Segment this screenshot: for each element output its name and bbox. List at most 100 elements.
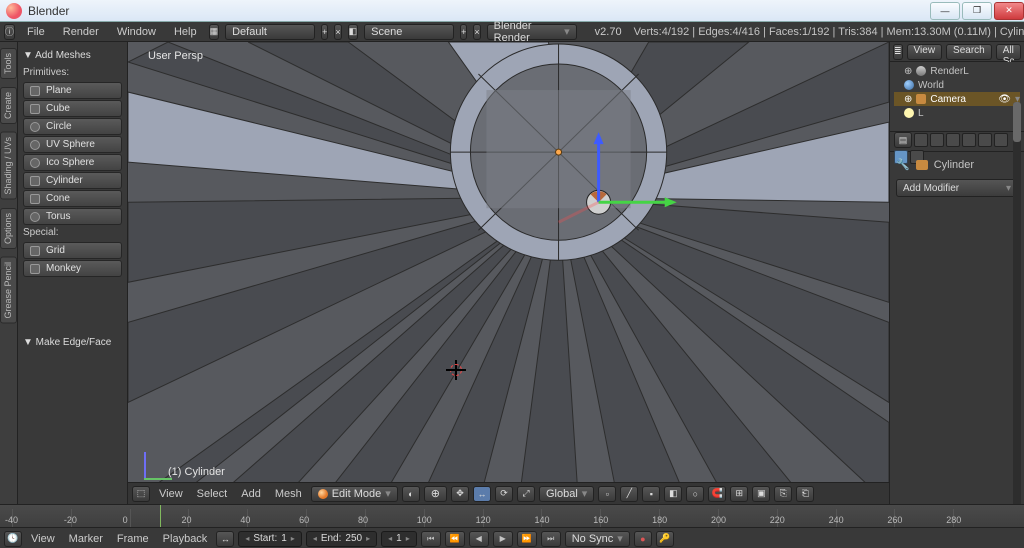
viewport-menu-add[interactable]: Add xyxy=(236,486,266,502)
mode-select[interactable]: Edit Mode▾ xyxy=(311,486,398,502)
render-preview-icon[interactable]: ▣ xyxy=(752,486,770,502)
window-minimize-button[interactable]: — xyxy=(930,2,960,20)
outliner-menu-search[interactable]: Search xyxy=(946,44,992,60)
play-reverse-button[interactable]: ◀ xyxy=(469,531,489,547)
pivot-select[interactable]: ⊕ xyxy=(424,486,447,502)
render-engine-select[interactable]: Blender Render▾ xyxy=(487,24,577,40)
tick-label: 60 xyxy=(299,515,309,525)
outliner-row-lamp[interactable]: L xyxy=(894,106,1020,120)
tab-scene[interactable] xyxy=(946,133,960,147)
prev-keyframe-button[interactable]: ⏪ xyxy=(445,531,465,547)
edge-select-icon[interactable]: ╱ xyxy=(620,486,638,502)
screen-layout-icon[interactable]: ▦ xyxy=(209,24,220,40)
outliner-menu-view[interactable]: View xyxy=(907,44,943,60)
tab-object[interactable] xyxy=(978,133,992,147)
tab-grease-pencil[interactable]: Grease Pencil xyxy=(0,257,17,324)
jump-start-button[interactable]: ⏮ xyxy=(421,531,441,547)
face-select-icon[interactable]: ▪ xyxy=(642,486,660,502)
add-monkey-button[interactable]: Monkey xyxy=(23,260,122,277)
viewport-menu-view[interactable]: View xyxy=(154,486,188,502)
window-close-button[interactable]: ✕ xyxy=(994,2,1024,20)
tab-create[interactable]: Create xyxy=(0,87,17,124)
timeline-menu-frame[interactable]: Frame xyxy=(112,531,154,547)
frame-range-icon[interactable]: ↔ xyxy=(216,531,234,547)
add-cone-button[interactable]: Cone xyxy=(23,190,122,207)
editor-type-timeline-icon[interactable]: 🕓 xyxy=(4,531,22,547)
copy-icon[interactable]: ⎘ xyxy=(774,486,792,502)
paste-icon[interactable]: ⎗ xyxy=(796,486,814,502)
viewport-canvas[interactable] xyxy=(128,42,889,504)
add-modifier-button[interactable]: Add Modifier ▾ xyxy=(896,179,1018,197)
next-keyframe-button[interactable]: ⏩ xyxy=(517,531,537,547)
outliner-row-world[interactable]: World xyxy=(894,78,1020,92)
3d-viewport[interactable]: User Persp (1) Cylinder ⬚ View Select Ad… xyxy=(128,42,889,504)
play-button[interactable]: ▶ xyxy=(493,531,513,547)
screen-layout-remove-button[interactable]: × xyxy=(334,24,341,40)
editor-type-3dview-icon[interactable]: ⬚ xyxy=(132,486,150,502)
add-circle-button[interactable]: Circle xyxy=(23,118,122,135)
toolshelf: ▼ Add Meshes Primitives: Plane Cube Circ… xyxy=(18,42,128,504)
sync-mode-select[interactable]: No Sync▾ xyxy=(565,531,630,547)
vertex-select-icon[interactable]: ▫ xyxy=(598,486,616,502)
add-torus-button[interactable]: Torus xyxy=(23,208,122,225)
tab-world[interactable] xyxy=(962,133,976,147)
scene-select[interactable]: Scene xyxy=(364,24,454,40)
tab-shading-uvs[interactable]: Shading / UVs xyxy=(0,132,17,200)
tab-constraints[interactable] xyxy=(994,133,1008,147)
manipulator-toggle[interactable]: ✥ xyxy=(451,486,469,502)
start-value: 1 xyxy=(281,533,287,544)
scene-remove-button[interactable]: × xyxy=(473,24,480,40)
tab-renderlayers[interactable] xyxy=(930,133,944,147)
manipulator-scale-icon[interactable]: ⤢ xyxy=(517,486,535,502)
menu-help[interactable]: Help xyxy=(168,24,203,40)
window-maximize-button[interactable]: ❐ xyxy=(962,2,992,20)
proportional-edit-icon[interactable]: ○ xyxy=(686,486,704,502)
add-cylinder-button[interactable]: Cylinder xyxy=(23,172,122,189)
current-frame-field[interactable]: ◂1▸ xyxy=(381,531,417,547)
operator-panel-header[interactable]: ▼ Make Edge/Face xyxy=(23,337,122,348)
mode-label: Edit Mode xyxy=(332,488,382,500)
outliner-row-camera[interactable]: ⊕Camera👁▾ xyxy=(894,92,1020,106)
end-frame-field[interactable]: ◂End:250▸ xyxy=(306,531,377,547)
menu-window[interactable]: Window xyxy=(111,24,162,40)
menu-render[interactable]: Render xyxy=(57,24,105,40)
viewport-shading-icon[interactable]: ◐ xyxy=(402,486,420,502)
start-frame-field[interactable]: ◂Start:1▸ xyxy=(238,531,302,547)
timeline-menu-playback[interactable]: Playback xyxy=(158,531,213,547)
scene-add-button[interactable]: + xyxy=(460,24,467,40)
outliner-row-renderlayers[interactable]: ⊕RenderL xyxy=(894,64,1020,78)
manipulator-rotate-icon[interactable]: ⟳ xyxy=(495,486,513,502)
manipulator-translate-icon[interactable]: ↔ xyxy=(473,486,491,502)
editor-type-info-icon[interactable]: ⓘ xyxy=(4,24,15,40)
add-cube-button[interactable]: Cube xyxy=(23,100,122,117)
timeline-menu-marker[interactable]: Marker xyxy=(64,531,108,547)
panel-add-meshes-header[interactable]: ▼ Add Meshes xyxy=(23,50,122,61)
add-grid-button[interactable]: Grid xyxy=(23,242,122,259)
timeline-menu-view[interactable]: View xyxy=(26,531,60,547)
outliner[interactable]: ⊕RenderL World ⊕Camera👁▾ L xyxy=(890,62,1024,132)
snap-element-icon[interactable]: ⊞ xyxy=(730,486,748,502)
limit-selection-icon[interactable]: ◧ xyxy=(664,486,682,502)
add-icosphere-button[interactable]: Ico Sphere xyxy=(23,154,122,171)
tab-render[interactable] xyxy=(914,133,928,147)
outliner-display-mode[interactable]: All Sc xyxy=(996,44,1022,60)
tab-options[interactable]: Options xyxy=(0,208,17,249)
timeline-ruler[interactable]: -40 -20 0 20 40 60 80 100 120 140 160 18… xyxy=(0,505,1024,527)
add-uvsphere-button[interactable]: UV Sphere xyxy=(23,136,122,153)
screen-layout-select[interactable]: Default xyxy=(225,24,315,40)
keying-set-icon[interactable]: 🔑 xyxy=(656,531,674,547)
auto-keyframe-icon[interactable]: ● xyxy=(634,531,652,547)
properties-scrollbar[interactable] xyxy=(1010,88,1024,548)
add-plane-button[interactable]: Plane xyxy=(23,82,122,99)
transform-orientation-select[interactable]: Global▾ xyxy=(539,486,594,502)
editor-type-outliner-icon[interactable]: ≣ xyxy=(893,44,903,60)
jump-end-button[interactable]: ⏭ xyxy=(541,531,561,547)
tab-tools[interactable]: Tools xyxy=(0,48,17,79)
viewport-menu-select[interactable]: Select xyxy=(192,486,233,502)
scene-icon[interactable]: ◧ xyxy=(348,24,359,40)
menu-file[interactable]: File xyxy=(21,24,51,40)
viewport-menu-mesh[interactable]: Mesh xyxy=(270,486,307,502)
snap-toggle-icon[interactable]: 🧲 xyxy=(708,486,726,502)
editor-type-properties-icon[interactable]: ▤ xyxy=(894,132,912,148)
screen-layout-add-button[interactable]: + xyxy=(321,24,328,40)
